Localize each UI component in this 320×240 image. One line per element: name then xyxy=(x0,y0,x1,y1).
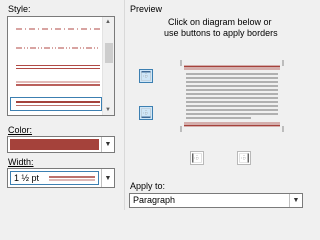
style-option-dash-dot-dot[interactable] xyxy=(16,44,100,52)
style-list-scrollbar[interactable]: ▲ ▼ xyxy=(102,17,114,115)
style-option-selected[interactable] xyxy=(10,97,102,111)
preview-hint-line-1: Click on diagram below or xyxy=(168,17,272,27)
preview-diagram[interactable] xyxy=(177,56,287,136)
bottom-border-button[interactable] xyxy=(139,106,153,120)
preview-hint-line-2: use buttons to apply borders xyxy=(164,28,278,38)
style-option-dash-dot[interactable] xyxy=(16,25,100,33)
chevron-down-icon[interactable]: ▼ xyxy=(101,137,114,152)
right-border-icon xyxy=(239,153,249,163)
chevron-down-icon[interactable]: ▼ xyxy=(289,194,302,207)
apply-to-value: Paragraph xyxy=(133,195,176,205)
bottom-border-icon xyxy=(141,108,151,118)
apply-to-dropdown[interactable]: Paragraph ▼ xyxy=(129,193,303,208)
width-value: 1 ½ pt xyxy=(14,173,40,183)
style-label: Style: xyxy=(8,4,31,14)
style-option-double[interactable] xyxy=(16,63,100,71)
scroll-thumb[interactable] xyxy=(105,43,113,63)
right-border-button[interactable] xyxy=(237,151,251,165)
width-dropdown[interactable]: 1 ½ pt ▼ xyxy=(7,168,115,188)
left-border-button[interactable] xyxy=(190,151,204,165)
style-option-thick-thin[interactable] xyxy=(16,80,100,88)
panel-divider xyxy=(124,0,125,210)
scroll-up-icon[interactable]: ▲ xyxy=(105,19,111,25)
style-list[interactable]: ▲ ▼ xyxy=(7,16,115,116)
width-selected-option: 1 ½ pt xyxy=(10,171,99,185)
width-label: Width: xyxy=(8,157,34,167)
apply-to-label: Apply to: xyxy=(130,181,166,191)
chevron-down-icon[interactable]: ▼ xyxy=(101,169,114,187)
color-dropdown[interactable]: ▼ xyxy=(7,136,115,153)
scroll-down-icon[interactable]: ▼ xyxy=(105,107,111,113)
top-border-button[interactable] xyxy=(139,69,153,83)
preview-label: Preview xyxy=(130,4,163,14)
color-label: Color: xyxy=(8,125,33,135)
left-border-icon xyxy=(192,153,202,163)
top-border-icon xyxy=(141,71,151,81)
color-swatch xyxy=(10,139,99,150)
